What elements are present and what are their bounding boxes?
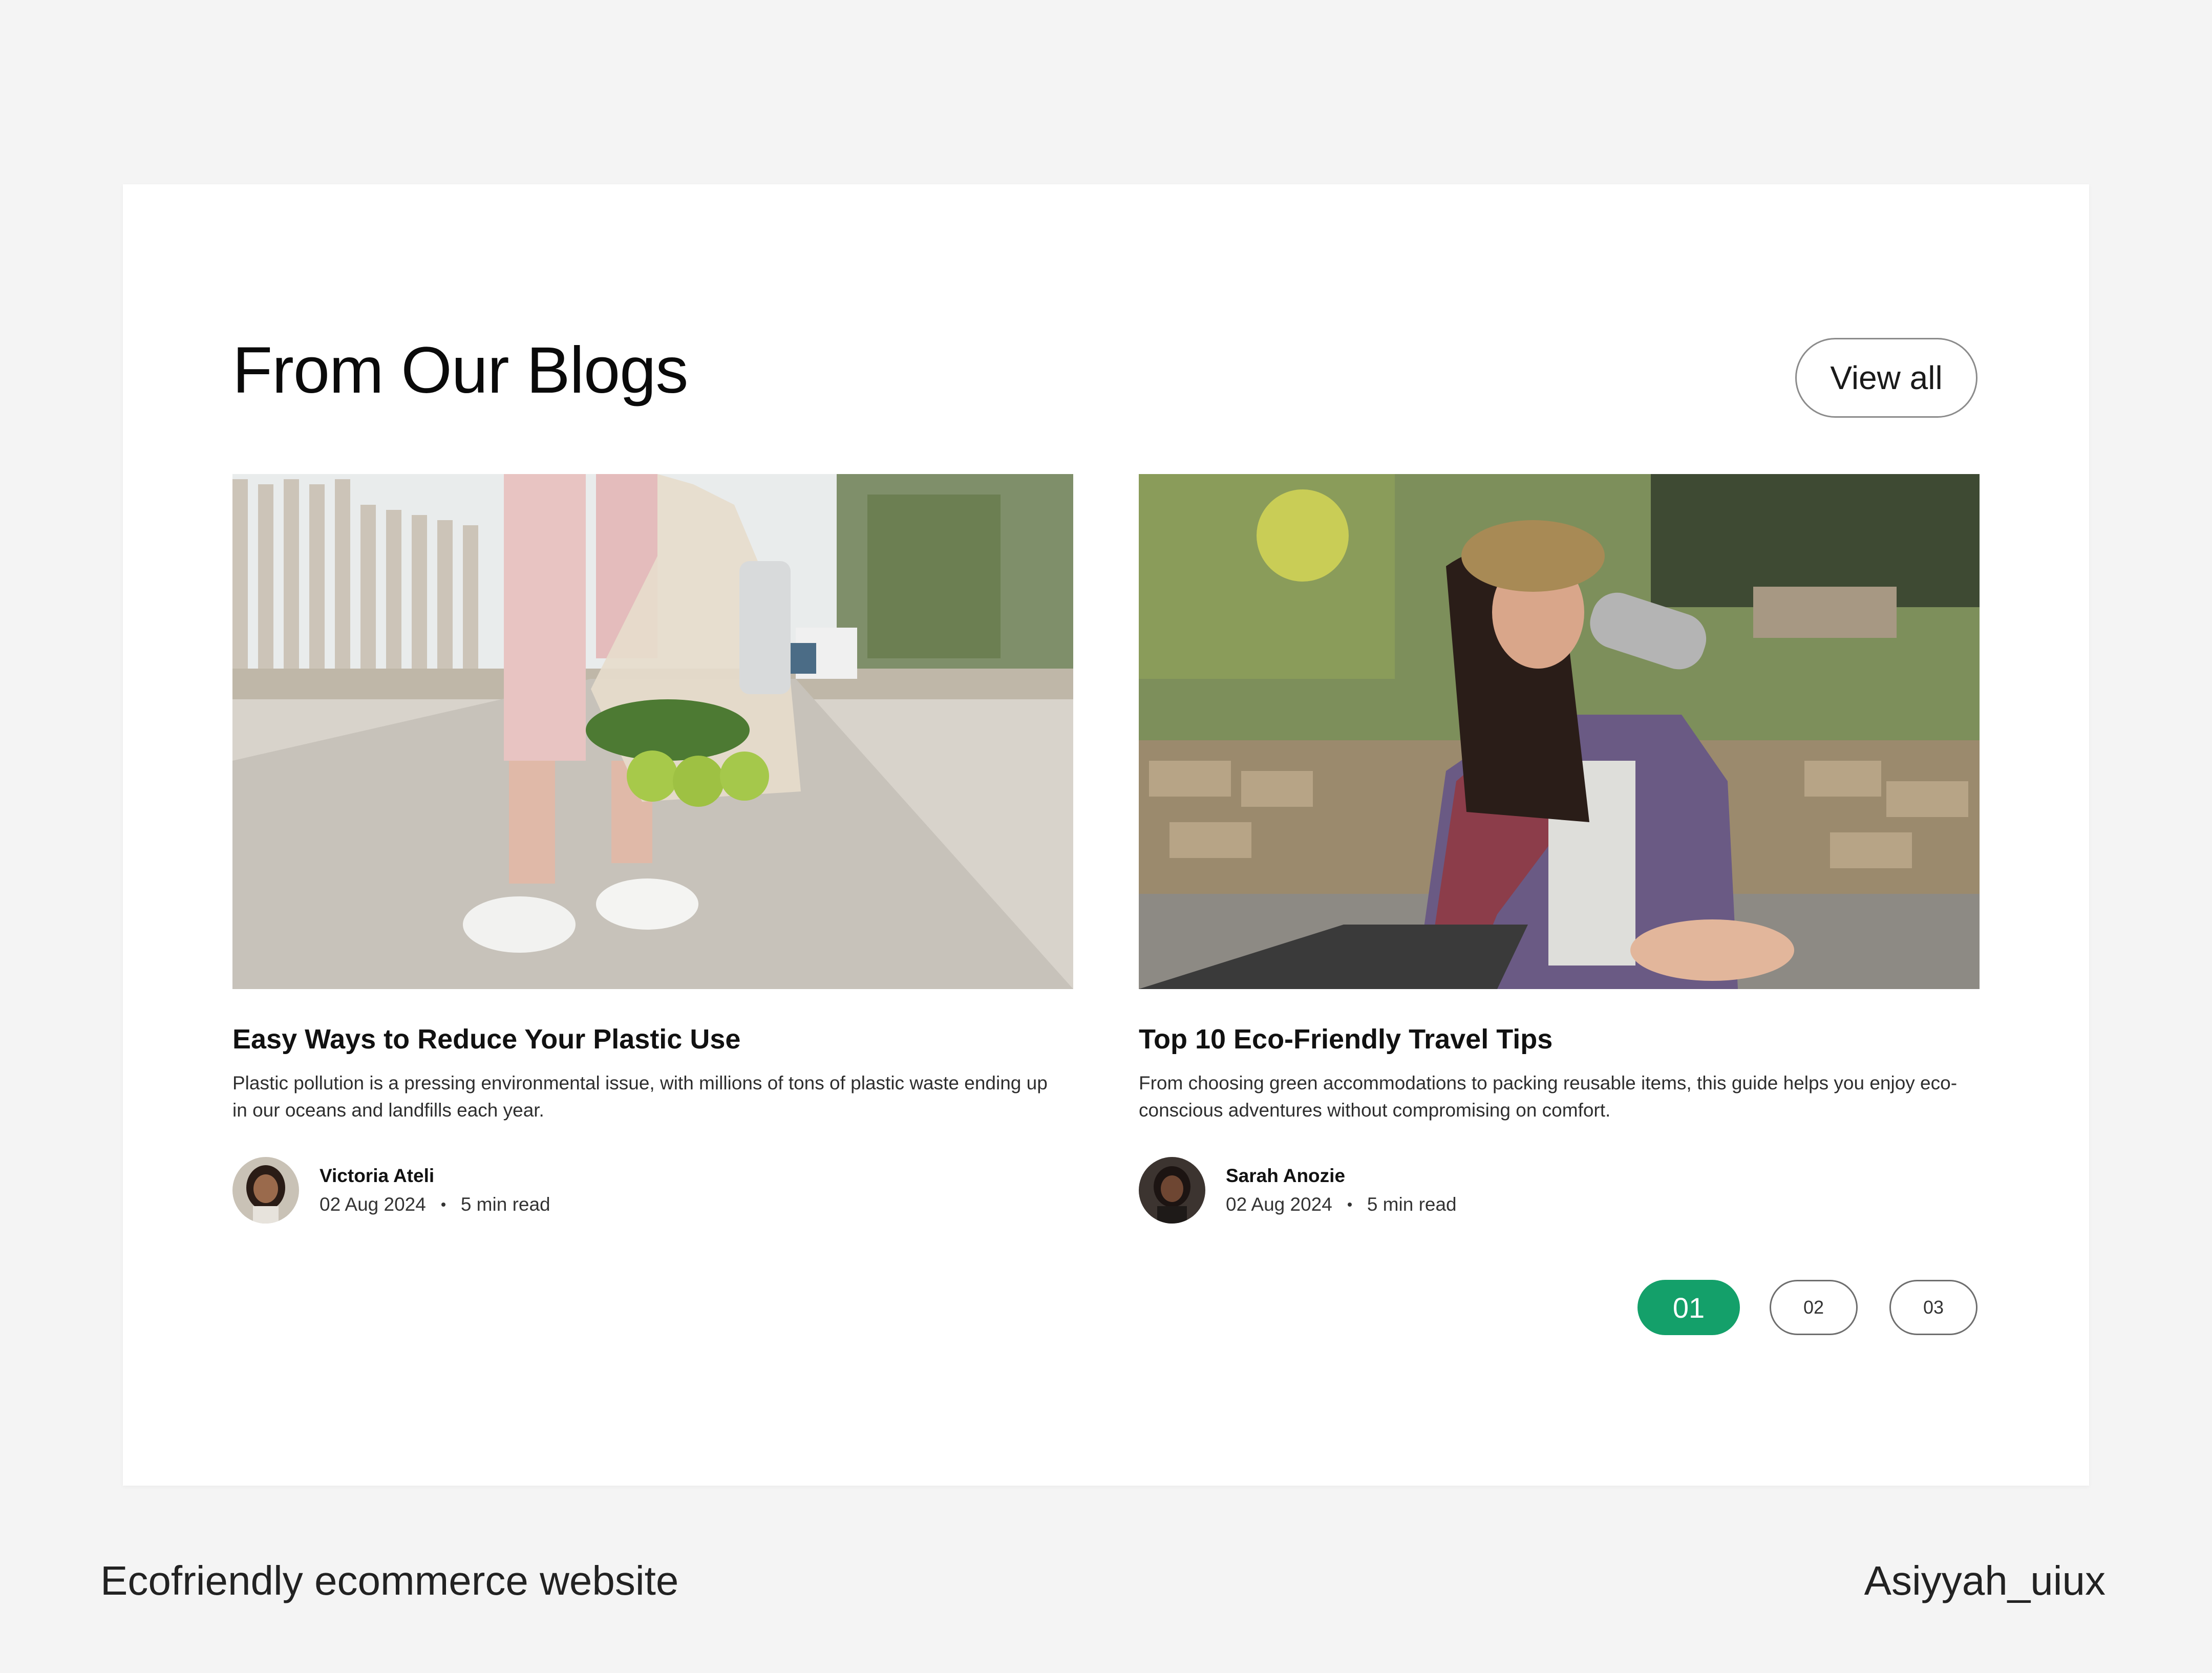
read-time: 5 min read — [460, 1194, 550, 1215]
blog-section-card: From Our Blogs View all Easy Ways to Red… — [123, 184, 2089, 1486]
page-button-3[interactable]: 03 — [1889, 1280, 1977, 1335]
plastic-bag-photo — [232, 474, 1073, 989]
avatar — [232, 1157, 299, 1224]
read-time: 5 min read — [1367, 1194, 1457, 1215]
footer-caption: Ecofriendly ecommerce website — [100, 1558, 679, 1603]
post-meta: 02 Aug 2024 5 min read — [1226, 1194, 1457, 1215]
author-block: Victoria Ateli 02 Aug 2024 5 min read — [232, 1157, 1073, 1225]
blog-post-title[interactable]: Top 10 Eco-Friendly Travel Tips — [1139, 1023, 1980, 1056]
author-name: Victoria Ateli — [320, 1165, 435, 1187]
blog-post-card[interactable]: Easy Ways to Reduce Your Plastic Use Pla… — [232, 474, 1073, 1225]
section-title: From Our Blogs — [232, 334, 688, 407]
page-button-1[interactable]: 01 — [1637, 1280, 1740, 1335]
footer-credit: Asiyyah_uiux — [1864, 1558, 2105, 1603]
author-name: Sarah Anozie — [1226, 1165, 1346, 1187]
blog-post-image[interactable] — [1139, 474, 1980, 989]
blog-post-excerpt: From choosing green accommodations to pa… — [1139, 1072, 1958, 1121]
post-date: 02 Aug 2024 — [1226, 1194, 1332, 1215]
post-date: 02 Aug 2024 — [320, 1194, 426, 1215]
separator-dot — [1347, 1203, 1352, 1207]
blog-post-image[interactable] — [232, 474, 1073, 989]
blog-post-card[interactable]: Top 10 Eco-Friendly Travel Tips From cho… — [1139, 474, 1980, 1225]
travel-drinking-photo — [1139, 474, 1980, 989]
blog-post-title[interactable]: Easy Ways to Reduce Your Plastic Use — [232, 1023, 1073, 1056]
post-meta: 02 Aug 2024 5 min read — [320, 1194, 550, 1215]
author-block: Sarah Anozie 02 Aug 2024 5 min read — [1139, 1157, 1980, 1225]
separator-dot — [441, 1203, 445, 1207]
avatar — [1139, 1157, 1205, 1224]
blog-post-excerpt: Plastic pollution is a pressing environm… — [232, 1072, 1048, 1121]
page-button-2[interactable]: 02 — [1770, 1280, 1858, 1335]
view-all-button[interactable]: View all — [1795, 338, 1977, 418]
